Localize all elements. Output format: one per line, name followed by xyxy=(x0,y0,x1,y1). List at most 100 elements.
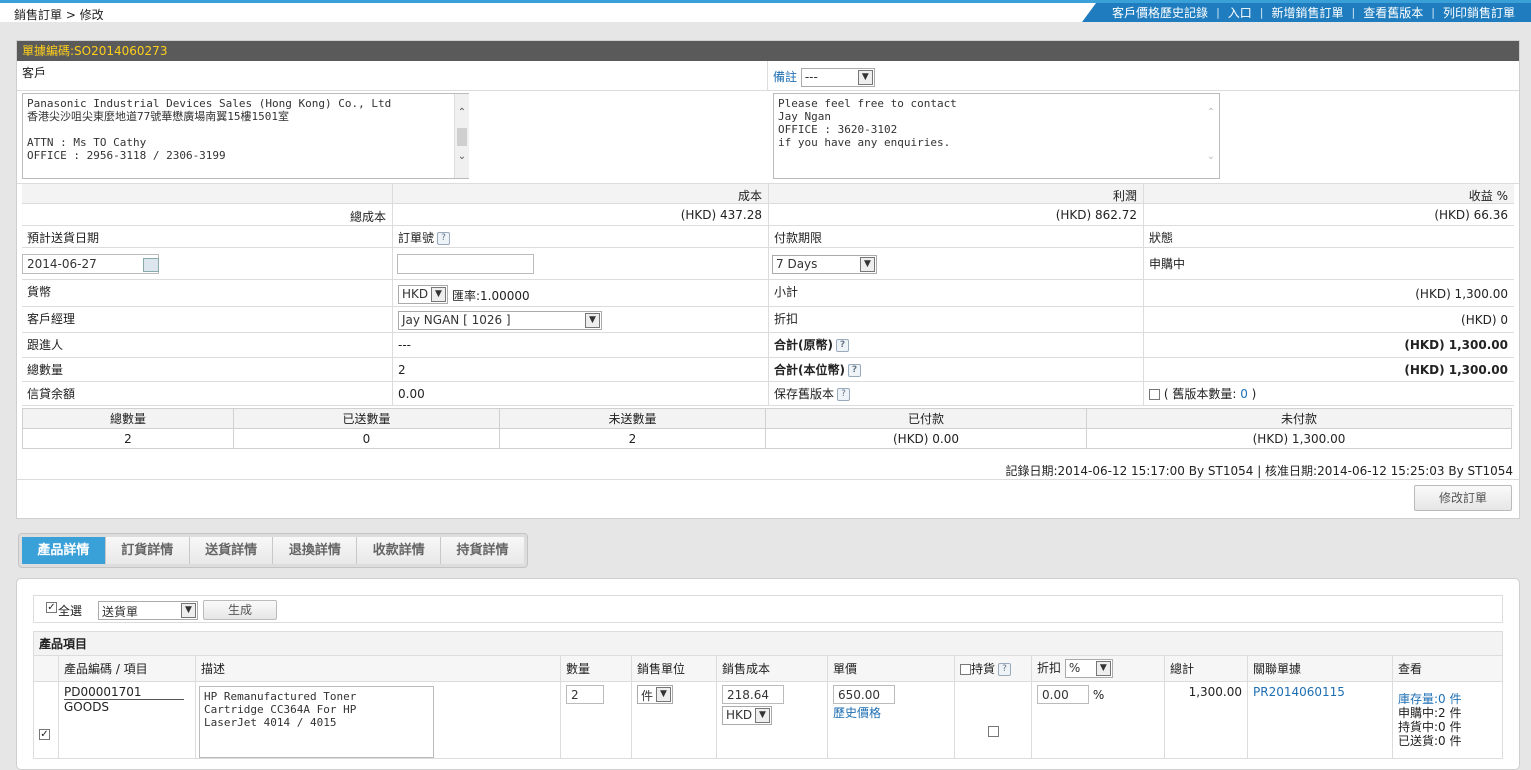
table-row: ✓ PD00001701 GOODS 2 件 ▼ 218.64 HKD ▼ xyxy=(33,681,1503,759)
subtotal-value: (HKD) 1,300.00 xyxy=(1143,280,1514,307)
tab-order-details[interactable]: 訂貨詳情 xyxy=(105,537,190,564)
order-no-label-cell: 訂單號? xyxy=(392,226,768,248)
select-all-label: 全選 xyxy=(58,604,83,618)
document-type-select[interactable]: 送貨單 ▼ xyxy=(98,601,198,620)
address-scrollbar[interactable]: ⌃ ⌄ xyxy=(454,94,469,178)
chevron-down-icon: ▼ xyxy=(656,687,671,702)
col-discount-cell: 折扣 % ▼ xyxy=(1031,655,1165,682)
exchange-rate: 匯率:1.00000 xyxy=(452,289,530,303)
help-icon[interactable]: ? xyxy=(998,663,1012,676)
remark-scrollbar[interactable]: ⌃ ⌄ xyxy=(1204,94,1218,178)
summary-header-unpaid: 未付款 xyxy=(1086,408,1512,429)
total-cost-value: (HKD) 437.28 xyxy=(392,204,768,226)
tab-return-details[interactable]: 退換詳情 xyxy=(273,537,358,564)
chevron-down-icon: ▼ xyxy=(860,257,875,272)
sales-cost-input[interactable]: 218.64 xyxy=(722,685,784,704)
currency-label: 貨幣 xyxy=(22,280,392,307)
profit-header: 利潤 xyxy=(768,184,1143,204)
total-cost-label: 總成本 xyxy=(22,204,392,226)
hold-checkbox[interactable] xyxy=(987,725,999,737)
scroll-up-icon: ⌃ xyxy=(1206,107,1216,118)
total-original-value: (HKD) 1,300.00 xyxy=(1143,333,1514,358)
remark-label[interactable]: 備註 xyxy=(773,70,797,84)
old-version-count[interactable]: 0 xyxy=(1240,387,1248,401)
nav-customer-price-history[interactable]: 客戶價格歷史記錄 xyxy=(1104,4,1216,21)
remark-textarea[interactable] xyxy=(773,93,1220,179)
total-local-value: (HKD) 1,300.00 xyxy=(1143,358,1514,382)
chevron-down-icon: ▼ xyxy=(585,313,600,328)
select-all-checkbox[interactable]: ✓ xyxy=(46,602,57,613)
tab-product-details[interactable]: 產品詳情 xyxy=(22,537,106,564)
nav-new-sales-order[interactable]: 新增銷售訂單 xyxy=(1264,4,1352,21)
help-icon[interactable]: ? xyxy=(835,339,849,352)
delivery-date-label: 預計送貨日期 xyxy=(22,226,392,248)
status-label: 狀態 xyxy=(1143,226,1514,248)
chevron-down-icon: ▼ xyxy=(1095,661,1111,676)
product-code[interactable]: PD00001701 xyxy=(64,685,184,700)
generate-button[interactable]: 生成 xyxy=(203,600,277,620)
chevron-down-icon: ▼ xyxy=(857,70,873,85)
summary-total-qty: 2 xyxy=(22,428,234,449)
description-textarea[interactable] xyxy=(199,686,434,758)
status-value: 申購中 xyxy=(1143,248,1514,280)
help-icon[interactable]: ? xyxy=(847,364,861,377)
tab-holding-details[interactable]: 持貨詳情 xyxy=(441,537,524,564)
summary-header-paid: 已付款 xyxy=(765,408,1087,429)
discount-input[interactable]: 0.00 xyxy=(1037,685,1089,704)
unit-price-input[interactable]: 650.00 xyxy=(833,685,895,704)
product-toolbar: ✓ 全選 送貨單 ▼ 生成 xyxy=(33,595,1503,623)
cost-currency-select[interactable]: HKD ▼ xyxy=(722,706,772,725)
order-no-input[interactable] xyxy=(397,254,534,274)
remark-select[interactable]: --- ▼ xyxy=(800,68,875,87)
currency-select[interactable]: HKD ▼ xyxy=(398,285,448,304)
col-product-code: 產品編碼 / 項目 xyxy=(58,655,196,682)
summary-header-total-qty: 總數量 xyxy=(22,408,234,429)
discount-type-select[interactable]: % ▼ xyxy=(1064,659,1113,678)
remark-cell: 備註 --- ▼ xyxy=(767,61,1519,91)
product-section-title: 產品項目 xyxy=(33,631,1503,656)
nav-print-sales-order[interactable]: 列印銷售訂單 xyxy=(1435,4,1523,21)
top-nav: 客戶價格歷史記錄 | 入口 | 新增銷售訂單 | 查看舊版本 | 列印銷售訂單 xyxy=(1082,3,1531,22)
follower-label: 跟進人 xyxy=(22,333,392,358)
scroll-down-icon: ⌄ xyxy=(457,151,467,162)
nav-entry[interactable]: 入口 xyxy=(1220,4,1260,21)
delivery-date-input[interactable]: 2014-06-27 xyxy=(22,254,159,274)
col-related-docs: 關聯單據 xyxy=(1247,655,1393,682)
payment-terms-label: 付款期限 xyxy=(768,226,1143,248)
help-icon[interactable]: ? xyxy=(437,232,451,245)
customer-address-textarea[interactable] xyxy=(22,93,469,179)
cost-header: 成本 xyxy=(392,184,768,204)
col-quantity: 數量 xyxy=(560,655,632,682)
total-original-label-cell: 合計(原幣)? xyxy=(768,333,1143,358)
modify-order-button[interactable]: 修改訂單 xyxy=(1414,485,1512,511)
quantity-input[interactable]: 2 xyxy=(566,685,604,704)
product-type: GOODS xyxy=(64,700,110,714)
tab-payment-details[interactable]: 收款詳情 xyxy=(357,537,442,564)
col-unit-price: 單價 xyxy=(827,655,955,682)
stock-qty-link[interactable]: 庫存量:0 件 xyxy=(1398,692,1497,706)
calendar-icon[interactable] xyxy=(143,258,159,272)
discount-value: (HKD) 0 xyxy=(1143,307,1514,333)
total-original-label: 合計(原幣) xyxy=(774,338,833,352)
scroll-up-icon: ⌃ xyxy=(457,107,467,118)
scroll-thumb[interactable] xyxy=(457,128,467,146)
payment-terms-select[interactable]: 7 Days ▼ xyxy=(772,255,877,274)
help-icon[interactable]: ? xyxy=(837,388,851,401)
row-checkbox[interactable]: ✓ xyxy=(39,728,50,740)
nav-view-old-version[interactable]: 查看舊版本 xyxy=(1355,4,1431,21)
save-version-label-cell: 保存舊版本? xyxy=(768,382,1143,406)
margin-header: 收益 % xyxy=(1143,184,1514,204)
follower-value: --- xyxy=(392,333,768,358)
sales-unit-select[interactable]: 件 ▼ xyxy=(637,685,673,704)
related-doc-link[interactable]: PR2014060115 xyxy=(1253,685,1345,699)
customer-label: 客戶 xyxy=(17,61,767,91)
top-bar: 銷售訂單 > 修改 客戶價格歷史記錄 | 入口 | 新增銷售訂單 | 查看舊版本 | 列… xyxy=(0,0,1531,22)
save-version-checkbox[interactable] xyxy=(1149,389,1160,400)
col-view: 查看 xyxy=(1392,655,1503,682)
order-panel: 單據編碼:SO2014060273 客戶 備註 --- ▼ ⌃ ⌄ ⌃ ⌄ 成本… xyxy=(16,40,1520,519)
account-manager-select[interactable]: Jay NGAN [ 1026 ] ▼ xyxy=(398,311,602,330)
hold-all-checkbox[interactable] xyxy=(960,664,971,675)
price-history-link[interactable]: 歷史價格 xyxy=(833,704,949,721)
chevron-down-icon: ▼ xyxy=(431,287,446,302)
tab-delivery-details[interactable]: 送貨詳情 xyxy=(189,537,274,564)
